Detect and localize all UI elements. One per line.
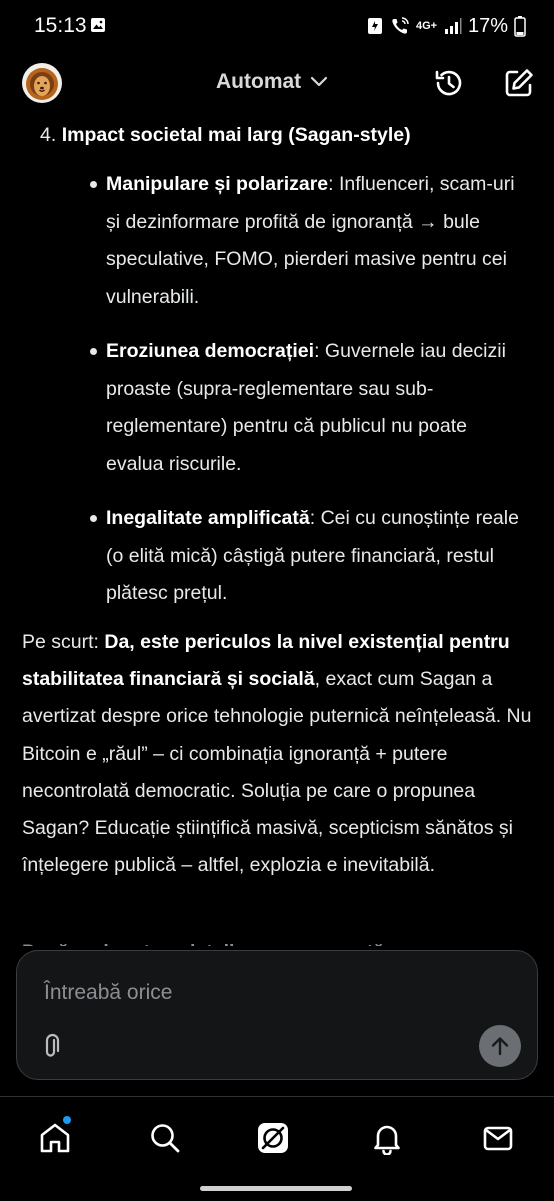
home-icon[interactable] — [38, 1121, 72, 1155]
home-indicator[interactable] — [200, 1186, 352, 1191]
bullet-item: Eroziunea democrației: Guvernele iau dec… — [88, 333, 528, 483]
truncated-line: Dacă vrei, putem detalia o componentă an… — [22, 934, 538, 946]
list-number: 4. — [40, 124, 57, 146]
chevron-down-icon — [311, 76, 328, 87]
conversation-area[interactable]: 4. Impact societal mai larg (Sagan-style… — [0, 116, 554, 946]
search-icon[interactable] — [148, 1121, 182, 1155]
list-item-title: Impact societal mai larg (Sagan-style) — [61, 124, 411, 146]
bullet-title: Manipulare și polarizare — [106, 173, 329, 195]
bullet-item: Inegalitate amplificată: Cei cu cunoștin… — [88, 500, 528, 613]
attach-icon[interactable] — [41, 1033, 65, 1059]
network-type-label: 4G+ — [415, 19, 438, 32]
message-composer[interactable]: Întreabă orice — [16, 950, 538, 1080]
signal-icon — [444, 18, 462, 34]
status-time: 15:13 — [34, 14, 87, 37]
summary-text: , exact cum Sagan a avertizat despre ori… — [22, 668, 532, 877]
status-icons: 4G+ 17% — [366, 12, 526, 40]
battery-icon — [514, 16, 526, 37]
arrow-up-icon — [491, 1037, 509, 1056]
gallery-notification-icon — [91, 18, 105, 32]
status-bar: 15:13 4G+ 17% — [0, 0, 554, 52]
summary-paragraph: Pe scurt: Da, este periculos la nivel ex… — [22, 624, 538, 884]
model-label: Automat — [216, 70, 302, 93]
compose-icon[interactable] — [502, 66, 536, 100]
battery-percent: 17% — [467, 14, 508, 37]
grok-icon[interactable] — [256, 1121, 290, 1155]
bullet-title: Inegalitate amplificată — [106, 507, 310, 529]
send-button[interactable] — [479, 1025, 521, 1067]
messages-icon[interactable] — [481, 1121, 515, 1155]
bullet-list: Manipulare și polarizare: Influenceri, s… — [88, 166, 528, 630]
top-bar: Automat — [0, 52, 554, 116]
summary-prefix: Pe scurt: — [22, 631, 105, 653]
list-item-heading: 4. Impact societal mai larg (Sagan-style… — [40, 121, 411, 149]
composer-placeholder[interactable]: Întreabă orice — [44, 981, 172, 1005]
wifi-call-icon — [392, 17, 409, 34]
notification-dot — [63, 1116, 71, 1124]
notifications-icon[interactable] — [370, 1121, 404, 1155]
bullet-item: Manipulare și polarizare: Influenceri, s… — [88, 166, 528, 316]
model-selector[interactable]: Automat — [216, 70, 329, 94]
data-saver-icon — [367, 18, 382, 34]
history-icon[interactable] — [432, 66, 466, 100]
lion-avatar-icon — [22, 63, 62, 103]
bullet-title: Eroziunea democrației — [106, 340, 315, 362]
profile-avatar[interactable] — [22, 63, 62, 103]
